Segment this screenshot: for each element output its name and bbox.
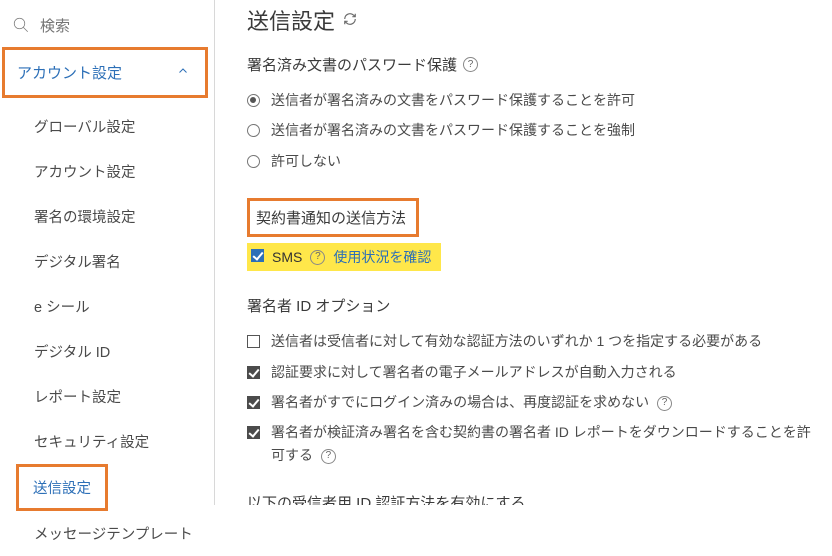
option-label: 認証要求に対して署名者の電子メールアドレスが自動入力される (271, 361, 677, 383)
sidebar-item-security[interactable]: セキュリティ設定 (0, 419, 214, 464)
chevron-up-icon (177, 64, 189, 81)
checkbox-sms[interactable] (251, 249, 264, 265)
help-icon[interactable]: ? (463, 57, 478, 72)
option-label: 署名者がすでにログイン済みの場合は、再度認証を求めない (271, 394, 649, 410)
section-title-enable-auth-label: 以下の受信者用 ID 認証方法を有効にする (247, 492, 526, 505)
search-box[interactable] (0, 10, 214, 47)
sms-label: SMS (272, 249, 302, 265)
section-title-pw: 署名済み文書のパスワード保護 ? (247, 54, 822, 75)
usage-link[interactable]: 使用状況を確認 (333, 247, 431, 267)
radio-icon[interactable] (247, 91, 261, 105)
page-title: 送信設定 (247, 4, 335, 36)
signer-opt-autofill-email[interactable]: 認証要求に対して署名者の電子メールアドレスが自動入力される (247, 357, 822, 387)
sidebar-item-sign-pref[interactable]: 署名の環境設定 (0, 194, 214, 239)
sidebar-item-eseal[interactable]: e シール (0, 284, 214, 329)
section-title-pw-label: 署名済み文書のパスワード保護 (247, 54, 457, 75)
sidebar-item-digital-id[interactable]: デジタル ID (0, 329, 214, 374)
section-title-notify-label: 契約書通知の送信方法 (256, 207, 406, 228)
option-label: 送信者は受信者に対して有効な認証方法のいずれか 1 つを指定する必要がある (271, 330, 762, 352)
option-label: 送信者が署名済みの文書をパスワード保護することを強制 (271, 119, 635, 141)
signer-id-options: 送信者は受信者に対して有効な認証方法のいずれか 1 つを指定する必要がある 認証… (247, 326, 822, 470)
option-label-wrap: 署名者が検証済み署名を含む契約書の署名者 ID レポートをダウンロードすることを… (271, 421, 822, 466)
sidebar-item-digital-sign[interactable]: デジタル署名 (0, 239, 214, 284)
refresh-icon[interactable] (343, 12, 357, 29)
sidebar-item-message-template[interactable]: メッセージテンプレート (0, 511, 214, 556)
option-label: 署名者が検証済み署名を含む契約書の署名者 ID レポートをダウンロードすることを… (271, 424, 811, 462)
signer-opt-download-report[interactable]: 署名者が検証済み署名を含む契約書の署名者 ID レポートをダウンロードすることを… (247, 417, 822, 470)
checkbox-icon[interactable] (247, 423, 261, 437)
search-input[interactable] (38, 17, 202, 36)
section-title-signer-id: 署名者 ID オプション (247, 295, 822, 316)
sidebar-item-account[interactable]: アカウント設定 (0, 149, 214, 194)
signer-opt-require-auth[interactable]: 送信者は受信者に対して有効な認証方法のいずれか 1 つを指定する必要がある (247, 326, 822, 356)
section-title-enable-auth: 以下の受信者用 ID 認証方法を有効にする (247, 492, 822, 505)
nav-parent-label: アカウント設定 (17, 62, 122, 83)
pw-opt-allow[interactable]: 送信者が署名済みの文書をパスワード保護することを許可 (247, 85, 822, 115)
nav-parent-account-settings[interactable]: アカウント設定 (2, 47, 208, 98)
sidebar: アカウント設定 グローバル設定 アカウント設定 署名の環境設定 デジタル署名 e… (0, 0, 215, 505)
help-icon[interactable]: ? (321, 449, 336, 464)
sidebar-item-send-settings[interactable]: 送信設定 (16, 464, 108, 511)
nav-children: グローバル設定 アカウント設定 署名の環境設定 デジタル署名 e シール デジタ… (0, 100, 214, 556)
signer-opt-skip-reauth[interactable]: 署名者がすでにログイン済みの場合は、再度認証を求めない ? (247, 387, 822, 417)
sms-row: SMS ? 使用状況を確認 (247, 243, 441, 271)
checkbox-icon[interactable] (247, 393, 261, 407)
checkbox-icon[interactable] (247, 363, 261, 377)
radio-icon[interactable] (247, 121, 261, 135)
pw-options: 送信者が署名済みの文書をパスワード保護することを許可 送信者が署名済みの文書をパ… (247, 85, 822, 176)
section-title-notify: 契約書通知の送信方法 (247, 198, 419, 237)
sidebar-item-global[interactable]: グローバル設定 (0, 104, 214, 149)
search-icon (12, 16, 30, 37)
pw-opt-force[interactable]: 送信者が署名済みの文書をパスワード保護することを強制 (247, 115, 822, 145)
help-icon[interactable]: ? (657, 396, 672, 411)
help-icon[interactable]: ? (310, 250, 325, 265)
radio-icon[interactable] (247, 152, 261, 166)
sidebar-item-report[interactable]: レポート設定 (0, 374, 214, 419)
pw-opt-deny[interactable]: 許可しない (247, 146, 822, 176)
main-content: 送信設定 署名済み文書のパスワード保護 ? 送信者が署名済みの文書をパスワード保… (215, 0, 832, 505)
page-title-row: 送信設定 (247, 4, 822, 36)
option-label: 許可しない (271, 150, 341, 172)
option-label: 送信者が署名済みの文書をパスワード保護することを許可 (271, 89, 635, 111)
section-title-signer-id-label: 署名者 ID オプション (247, 295, 390, 316)
option-label-wrap: 署名者がすでにログイン済みの場合は、再度認証を求めない ? (271, 391, 672, 413)
checkbox-icon[interactable] (247, 332, 261, 346)
